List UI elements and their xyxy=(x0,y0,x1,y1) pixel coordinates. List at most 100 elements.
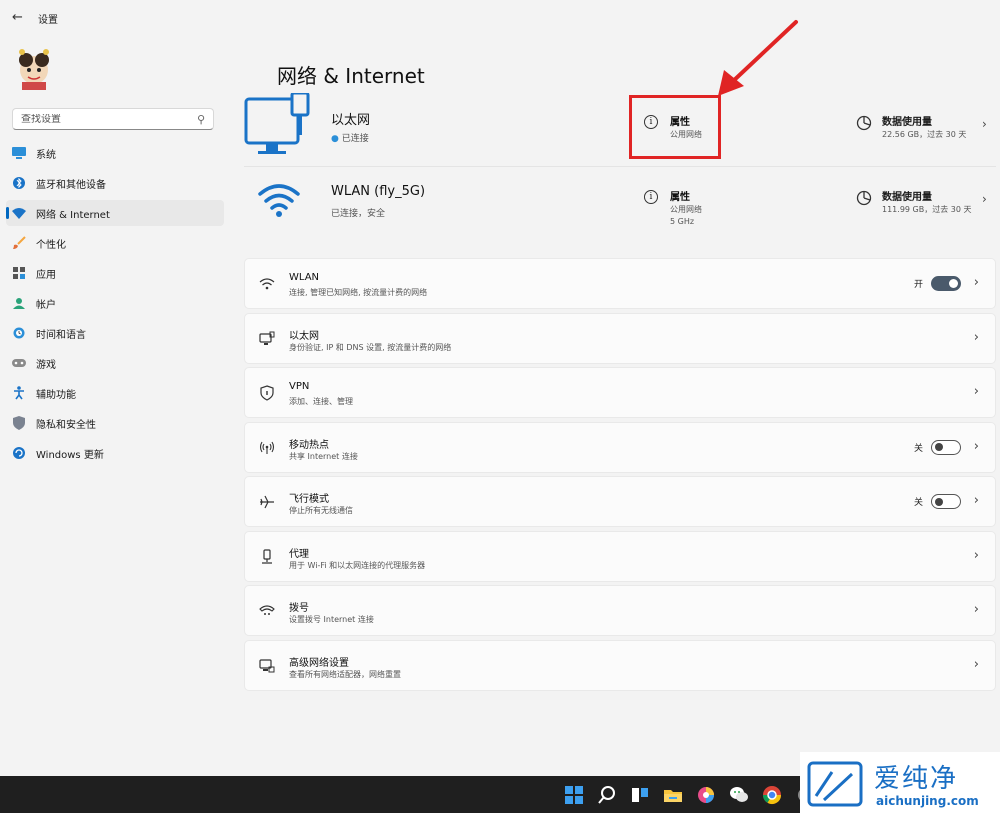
sidebar-item-gaming[interactable]: 游戏 xyxy=(6,350,224,376)
sidebar-item-label: 隐私和安全性 xyxy=(36,419,96,431)
hotspot-icon xyxy=(259,440,275,456)
setting-row-dialup[interactable]: 拨号 设置拨号 Internet 连接 › xyxy=(244,585,996,636)
setting-row-proxy[interactable]: 代理 用于 Wi-Fi 和以太网连接的代理服务器 › xyxy=(244,530,996,582)
toggle-label: 关 xyxy=(913,443,923,454)
wifi-large-icon xyxy=(258,184,300,217)
divider xyxy=(244,166,996,167)
apps-icon xyxy=(12,266,26,280)
properties-label: 属性 xyxy=(670,192,690,203)
sidebar-item-network[interactable]: 网络 & Internet xyxy=(6,200,224,226)
pie-chart-icon xyxy=(856,190,872,206)
sidebar-item-bluetooth[interactable]: 蓝牙和其他设备 xyxy=(6,170,224,196)
setting-desc: 停止所有无线通信 xyxy=(289,506,353,515)
ethernet-connection-card[interactable]: 以太网 ● 已连接 i 属性 公用网络 数据使用量 22.56 GB，过去 30… xyxy=(244,93,996,161)
proxy-icon xyxy=(259,548,275,565)
data-usage-button[interactable]: 数据使用量 111.99 GB，过去 30 天 › xyxy=(856,186,996,226)
wifi-icon xyxy=(259,276,275,292)
sidebar-item-label: Windows 更新 xyxy=(36,449,104,461)
brush-icon xyxy=(12,236,26,250)
info-icon: i xyxy=(644,190,658,204)
highlight-box xyxy=(629,95,721,159)
sidebar-item-label: 应用 xyxy=(36,269,56,281)
connection-name: WLAN (fly_5G) xyxy=(331,184,426,199)
sidebar-item-label: 个性化 xyxy=(36,239,66,251)
setting-row-airplane[interactable]: 飞行模式 停止所有无线通信 关 › xyxy=(244,476,996,527)
hotspot-toggle[interactable] xyxy=(931,439,961,455)
setting-row-wlan[interactable]: WLAN 连接, 管理已知网络, 按流量计费的网络 开 › xyxy=(244,258,996,309)
wlan-connection-card[interactable]: WLAN (fly_5G) 已连接，安全 i 属性 公用网络 5 GHz 数据使用… xyxy=(244,168,996,236)
setting-desc: 查看所有网络适配器，网络重置 xyxy=(289,669,401,679)
setting-row-advanced-network[interactable]: 高级网络设置 查看所有网络适配器，网络重置 › xyxy=(244,639,996,691)
sidebar-item-accessibility[interactable]: 辅助功能 xyxy=(6,380,224,406)
windows-start-icon[interactable] xyxy=(564,785,584,805)
setting-desc: 连接, 管理已知网络, 按流量计费的网络 xyxy=(289,288,428,297)
data-usage-label: 数据使用量 xyxy=(882,192,932,203)
setting-title: 以太网 xyxy=(289,330,319,342)
back-arrow-icon[interactable]: ← xyxy=(12,10,28,26)
globe-icon: ● xyxy=(331,134,339,144)
data-usage-value: 22.56 GB，过去 30 天 xyxy=(882,130,967,139)
wechat-icon[interactable] xyxy=(729,785,749,805)
user-icon xyxy=(12,296,26,310)
file-explorer-icon[interactable] xyxy=(663,785,683,805)
sidebar-item-label: 网络 & Internet xyxy=(36,209,110,221)
colorful-app-icon[interactable] xyxy=(696,785,716,805)
sidebar-item-windows-update[interactable]: Windows 更新 xyxy=(6,440,224,466)
setting-row-hotspot[interactable]: 移动热点 共享 Internet 连接 关 › xyxy=(244,421,996,473)
watermark: 爱纯净 aichunjing.com xyxy=(800,752,1000,813)
app-title: 设置 xyxy=(38,14,58,26)
connection-name: 以太网 xyxy=(331,113,371,128)
sidebar-item-label: 蓝牙和其他设备 xyxy=(36,179,106,191)
setting-desc: 设置拨号 Internet 连接 xyxy=(289,615,374,624)
setting-row-vpn[interactable]: VPN 添加、连接、管理 › xyxy=(244,367,996,418)
globe-clock-icon xyxy=(12,326,26,340)
watermark-logo xyxy=(807,761,863,807)
setting-row-ethernet[interactable]: 以太网 身份验证, IP 和 DNS 设置, 按流量计费的网络 › xyxy=(244,312,996,364)
airplane-toggle[interactable] xyxy=(931,494,961,509)
sidebar-item-label: 游戏 xyxy=(36,359,56,371)
sidebar-item-accounts[interactable]: 帐户 xyxy=(6,290,224,316)
chevron-right-icon: › xyxy=(973,275,979,290)
sidebar-item-time-language[interactable]: 时间和语言 xyxy=(6,320,224,346)
search-box[interactable]: ⚲ xyxy=(12,108,214,130)
page-title: 网络 & Internet xyxy=(277,64,425,88)
search-icon[interactable] xyxy=(597,785,617,805)
chevron-right-icon: › xyxy=(982,117,987,131)
shield-icon xyxy=(259,385,275,401)
chevron-right-icon: › xyxy=(973,438,979,454)
connection-status: 已连接，安全 xyxy=(331,209,386,219)
sidebar-item-label: 帐户 xyxy=(36,299,56,311)
chevron-right-icon: › xyxy=(973,384,979,399)
setting-title: 飞行模式 xyxy=(289,494,329,505)
task-view-icon[interactable] xyxy=(630,785,650,805)
search-input[interactable] xyxy=(21,113,197,125)
annotation-arrow xyxy=(718,20,798,96)
connection-status: ● 已连接 xyxy=(331,134,369,144)
sidebar-item-personalization[interactable]: 个性化 xyxy=(6,230,224,256)
sidebar-item-privacy[interactable]: 隐私和安全性 xyxy=(6,410,224,436)
monitor-icon xyxy=(12,146,26,160)
gamepad-icon xyxy=(12,356,26,370)
setting-desc: 共享 Internet 连接 xyxy=(289,451,358,461)
chevron-right-icon: › xyxy=(973,493,979,508)
data-usage-button[interactable]: 数据使用量 22.56 GB，过去 30 天 › xyxy=(856,111,996,151)
bluetooth-icon xyxy=(12,176,26,190)
chevron-right-icon: › xyxy=(973,329,979,345)
setting-desc: 添加、连接、管理 xyxy=(289,397,353,406)
update-icon xyxy=(12,446,26,460)
watermark-brand: 爱纯净 xyxy=(874,764,959,794)
airplane-icon xyxy=(259,494,275,510)
chrome-icon[interactable] xyxy=(762,785,782,805)
main-content: 网络 & Internet 以太网 ● 已连接 i 属性 公用网络 数据使用量 … xyxy=(244,0,996,776)
wlan-toggle[interactable] xyxy=(931,276,961,291)
sidebar-item-system[interactable]: 系统 xyxy=(6,140,224,166)
setting-title: 拨号 xyxy=(289,603,309,614)
avatar[interactable] xyxy=(14,46,54,90)
setting-title: 代理 xyxy=(289,548,309,560)
sidebar-nav: 系统 蓝牙和其他设备 网络 & Internet 个性化 应用 帐户 时间和语言 xyxy=(6,140,224,470)
setting-title: 移动热点 xyxy=(289,439,329,451)
shield-icon xyxy=(12,416,26,430)
sidebar-item-apps[interactable]: 应用 xyxy=(6,260,224,286)
search-icon[interactable]: ⚲ xyxy=(197,113,205,126)
wifi-icon xyxy=(12,206,26,220)
